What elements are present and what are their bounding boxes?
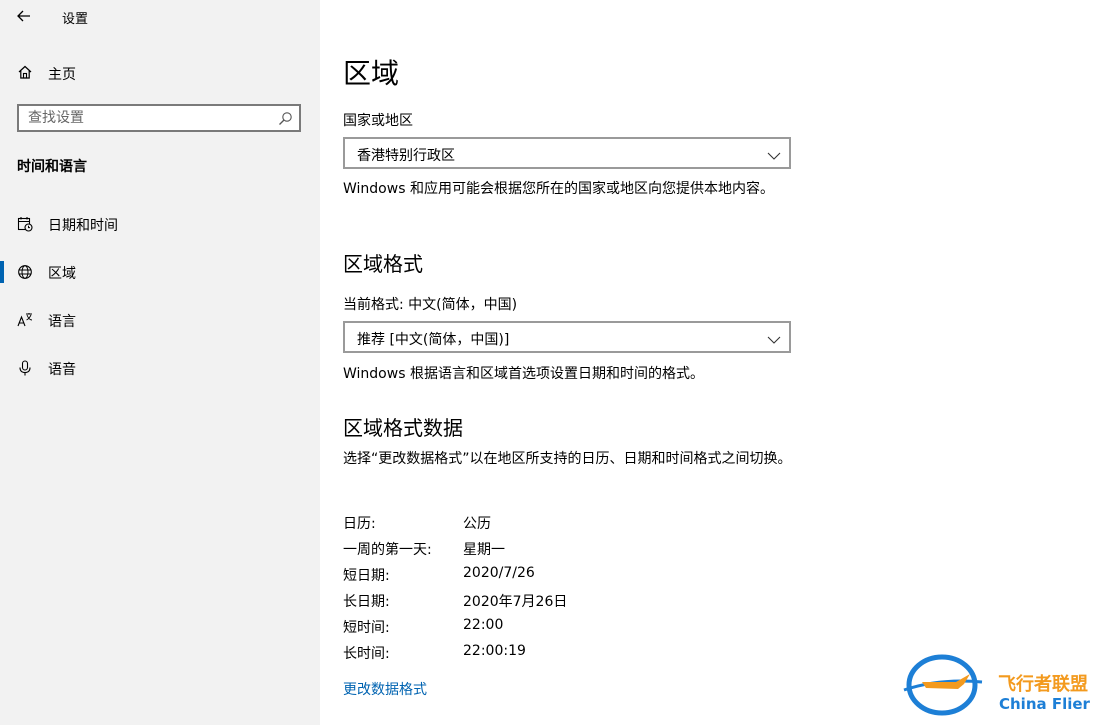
format-data-key: 长时间: — [343, 646, 390, 662]
format-data-description: 选择“更改数据格式”以在地区所支持的日历、日期和时间格式之间切换。 — [343, 451, 792, 467]
sidebar-item-label: 日期和时间 — [48, 218, 118, 234]
format-data-key: 短日期: — [343, 568, 390, 584]
sidebar-item-language[interactable]: 语言 — [0, 303, 320, 337]
format-data-value: 2020/7/26 — [463, 565, 535, 581]
sidebar-item-label: 区域 — [48, 266, 76, 282]
format-data-heading: 区域格式数据 — [343, 416, 463, 440]
active-indicator — [0, 261, 4, 283]
format-data-value: 22:00:19 — [463, 643, 526, 659]
format-data-row: 一周的第一天: 星期一 — [343, 539, 793, 561]
country-description: Windows 和应用可能会根据您所在的国家或地区向您提供本地内容。 — [343, 181, 774, 197]
watermark-en-text: China Flier — [999, 695, 1091, 713]
search-icon[interactable] — [278, 111, 293, 130]
format-select[interactable]: 推荐 [中文(简体，中国)] — [343, 321, 791, 353]
change-data-format-link[interactable]: 更改数据格式 — [343, 679, 427, 699]
chevron-down-icon — [767, 147, 781, 166]
format-data-row: 长时间: 22:00:19 — [343, 643, 793, 665]
sidebar-section-title: 时间和语言 — [17, 159, 87, 175]
format-data-row: 日历: 公历 — [343, 513, 793, 535]
search-input[interactable] — [19, 106, 278, 130]
back-arrow-icon — [17, 10, 30, 22]
search-box — [17, 104, 301, 132]
sidebar-item-home[interactable]: 主页 — [0, 58, 320, 88]
format-select-value: 推荐 [中文(简体，中国)] — [357, 332, 510, 348]
sidebar-item-region[interactable]: 区域 — [0, 255, 320, 289]
watermark-cn-text: 飞行者联盟 — [998, 673, 1088, 695]
format-data-key: 一周的第一天: — [343, 542, 432, 558]
sidebar-item-date-time[interactable]: 日期和时间 — [0, 207, 320, 241]
back-button[interactable] — [12, 4, 36, 28]
format-data-value: 2020年7月26日 — [463, 594, 568, 610]
format-data-row: 短时间: 22:00 — [343, 617, 793, 639]
format-data-row: 短日期: 2020/7/26 — [343, 565, 793, 587]
country-label: 国家或地区 — [343, 113, 413, 129]
sidebar-item-label: 语音 — [48, 362, 76, 378]
format-data-key: 短时间: — [343, 620, 390, 636]
calendar-clock-icon — [17, 216, 33, 236]
format-heading: 区域格式 — [343, 252, 423, 276]
watermark-logo: 飞行者联盟 China Flier — [900, 652, 1100, 718]
chevron-down-icon — [767, 331, 781, 350]
language-icon — [17, 312, 33, 332]
format-description: Windows 根据语言和区域首选项设置日期和时间的格式。 — [343, 366, 704, 382]
format-data-value: 公历 — [463, 516, 491, 532]
format-data-key: 日历: — [343, 516, 376, 532]
main-content: 区域 国家或地区 香港特别行政区 Windows 和应用可能会根据您所在的国家或… — [343, 0, 1083, 725]
microphone-icon — [17, 360, 33, 380]
sidebar-item-label: 主页 — [48, 67, 76, 83]
current-format-label: 当前格式: 中文(简体，中国) — [343, 297, 518, 313]
globe-region-icon — [17, 264, 33, 284]
sidebar-item-label: 语言 — [48, 314, 76, 330]
page-title: 区域 — [343, 57, 400, 90]
sidebar: 设置 主页 时间和语言 日期和时间 — [0, 0, 320, 725]
format-data-key: 长日期: — [343, 594, 390, 610]
format-data-value: 22:00 — [463, 617, 504, 633]
home-icon — [17, 64, 33, 84]
country-select-value: 香港特别行政区 — [357, 148, 455, 164]
format-data-value: 星期一 — [463, 542, 505, 558]
window-title: 设置 — [62, 12, 89, 27]
country-select[interactable]: 香港特别行政区 — [343, 137, 791, 169]
format-data-row: 长日期: 2020年7月26日 — [343, 591, 793, 613]
sidebar-item-speech[interactable]: 语音 — [0, 351, 320, 385]
